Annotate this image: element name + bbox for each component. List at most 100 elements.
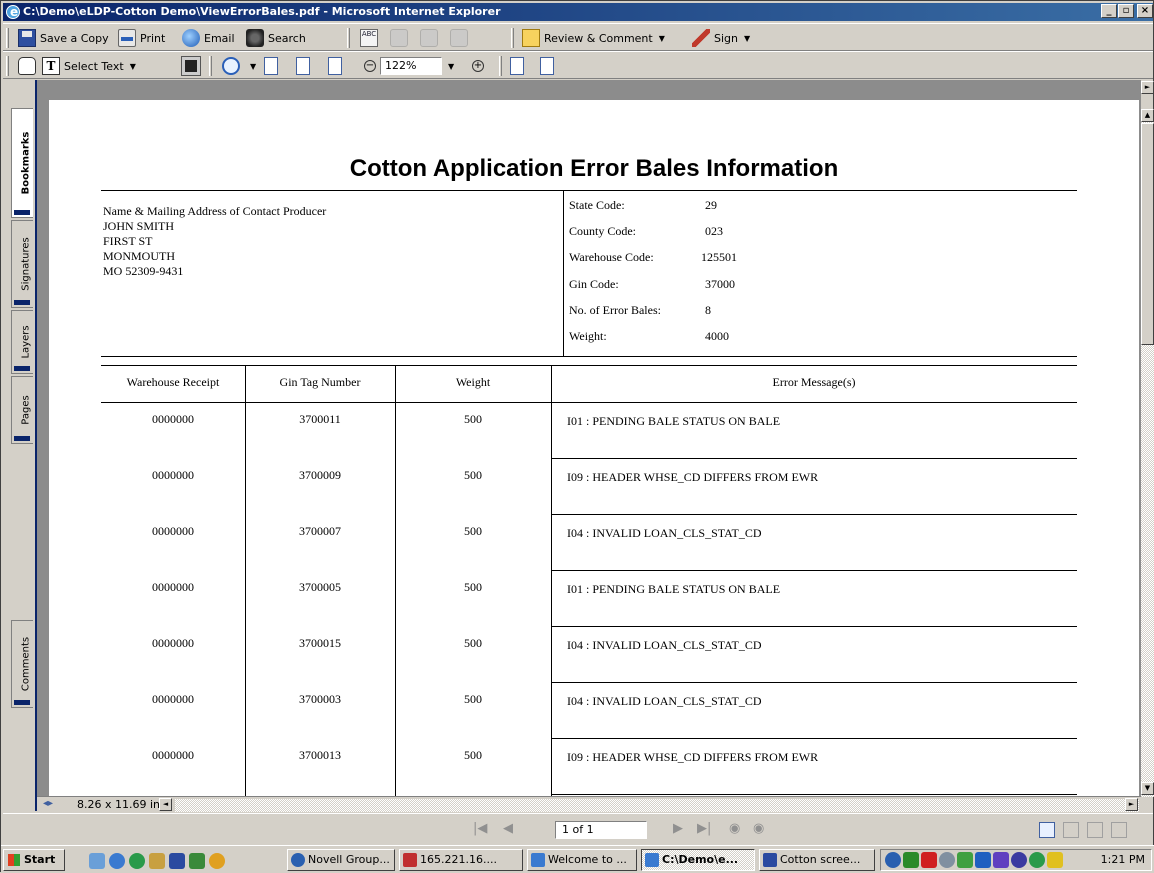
tab-layers[interactable]: Layers <box>11 310 33 374</box>
tab-handle <box>14 436 30 441</box>
clipboard-icon <box>450 29 468 47</box>
close-button[interactable]: × <box>1137 4 1153 18</box>
rotate-counterclockwise-button[interactable] <box>537 55 561 77</box>
zoom-level-combo[interactable]: 122% ▼ <box>377 55 457 77</box>
task-ip-address[interactable]: 165.221.16.... <box>399 849 523 871</box>
tool-icon[interactable] <box>149 853 165 869</box>
select-text-button[interactable]: T Select Text ▼ <box>39 55 139 77</box>
tab-signatures[interactable]: Signatures <box>11 220 33 308</box>
tray-icon[interactable] <box>921 852 937 868</box>
task-demo-pdf[interactable]: C:\Demo\e... <box>641 849 755 871</box>
scroll-down-button[interactable]: ▼ <box>1141 782 1154 795</box>
zoom-in-button[interactable]: + <box>469 55 487 77</box>
panel-expand-icon[interactable]: ► <box>1141 81 1154 94</box>
tab-pages[interactable]: Pages <box>11 376 33 444</box>
tab-comments[interactable]: Comments <box>11 620 33 708</box>
facing-layout-icon[interactable] <box>1087 822 1103 838</box>
sign-button[interactable]: Sign ▼ <box>689 27 753 49</box>
file-toolbar: Save a Copy Print Email Search ABC Revie… <box>3 23 1153 51</box>
cell-warehouse-receipt: 0000000 <box>152 524 194 538</box>
tray-icon[interactable] <box>975 852 991 868</box>
horizontal-scrollbar[interactable] <box>175 799 1139 812</box>
search-button[interactable]: Search <box>243 27 309 49</box>
resize-arrows-icon[interactable]: ◂▸ <box>43 798 53 809</box>
pen-icon <box>692 29 710 47</box>
title-bar: C:\Demo\eLDP-Cotton Demo\ViewErrorBales.… <box>3 3 1153 21</box>
single-page-layout-icon[interactable] <box>1039 822 1055 838</box>
start-button[interactable]: Start <box>3 849 65 871</box>
tray-icon[interactable] <box>1047 852 1063 868</box>
task-welcome[interactable]: Welcome to ... <box>527 849 637 871</box>
address-line: MONMOUTH <box>103 249 175 263</box>
cell-weight: 500 <box>464 692 482 706</box>
toolbar-grip[interactable] <box>6 56 9 76</box>
tab-bookmarks[interactable]: Bookmarks <box>11 108 33 218</box>
tray-icon[interactable] <box>939 852 955 868</box>
media-icon[interactable] <box>209 853 225 869</box>
actual-size-icon <box>264 57 278 75</box>
fit-width-button[interactable] <box>325 55 349 77</box>
cell-weight: 500 <box>464 636 482 650</box>
weight-value: 4000 <box>705 329 729 343</box>
toolbar-grip[interactable] <box>6 28 9 48</box>
ie-quicklaunch-icon[interactable] <box>109 853 125 869</box>
fit-page-icon <box>296 57 310 75</box>
search-label: Search <box>268 31 306 45</box>
previous-page-icon[interactable]: ◀ <box>503 821 513 836</box>
tray-icon[interactable] <box>957 852 973 868</box>
tray-icon[interactable] <box>1011 852 1027 868</box>
page-navigation-bar: |◀ ◀ 1 of 1 ▶ ▶| ◉ ◉ <box>3 813 1153 843</box>
undo-icon <box>390 29 408 47</box>
undo-button[interactable] <box>387 27 415 49</box>
snapshot-button[interactable] <box>179 55 207 77</box>
word-icon[interactable] <box>169 853 185 869</box>
scroll-up-button[interactable]: ▲ <box>1141 109 1154 122</box>
gin-code-value: 37000 <box>705 277 735 291</box>
scroll-right-button[interactable]: ► <box>1125 798 1138 811</box>
scroll-left-button[interactable]: ◄ <box>159 798 172 811</box>
clipboard-button[interactable] <box>447 27 475 49</box>
pdf-page: Cotton Application Error Bales Informati… <box>49 100 1139 796</box>
continuous-layout-icon[interactable] <box>1063 822 1079 838</box>
scroll-thumb[interactable] <box>1141 123 1154 345</box>
tray-icon[interactable] <box>903 852 919 868</box>
redo-button[interactable] <box>417 27 445 49</box>
spreadsheet-icon[interactable] <box>189 853 205 869</box>
toolbar-separator <box>499 56 502 76</box>
county-code-value: 023 <box>705 224 723 238</box>
next-view-icon[interactable]: ◉ <box>753 821 764 836</box>
task-novell[interactable]: Novell Group... <box>287 849 395 871</box>
globe-icon[interactable] <box>129 853 145 869</box>
fit-page-button[interactable] <box>293 55 317 77</box>
tray-icon[interactable] <box>993 852 1009 868</box>
next-page-icon[interactable]: ▶ <box>673 821 683 836</box>
save-copy-button[interactable]: Save a Copy <box>15 27 112 49</box>
zoom-level-field[interactable]: 122% <box>380 57 442 75</box>
review-comment-button[interactable]: Review & Comment ▼ <box>519 27 668 49</box>
minimize-button[interactable]: _ <box>1101 4 1117 18</box>
actual-size-button[interactable] <box>261 55 285 77</box>
page-number-field[interactable]: 1 of 1 <box>555 821 647 839</box>
cell-error-message: I01 : PENDING BALE STATUS ON BALE <box>567 414 781 428</box>
row-divider <box>551 570 1077 571</box>
dropdown-arrow-icon[interactable]: ▼ <box>448 62 454 71</box>
rotate-clockwise-button[interactable] <box>507 55 531 77</box>
first-page-icon[interactable]: |◀ <box>473 821 487 836</box>
document-viewport[interactable]: Cotton Application Error Bales Informati… <box>37 80 1141 796</box>
zoom-tool-button[interactable]: ▼ <box>219 55 259 77</box>
tray-icon[interactable] <box>885 852 901 868</box>
print-button[interactable]: Print <box>115 27 168 49</box>
tray-icon[interactable] <box>1029 852 1045 868</box>
last-page-icon[interactable]: ▶| <box>697 821 711 836</box>
email-button[interactable]: Email <box>179 27 238 49</box>
cell-warehouse-receipt: 0000000 <box>152 636 194 650</box>
task-cotton-screen[interactable]: Cotton scree... <box>759 849 875 871</box>
quicklaunch-app-icon[interactable] <box>89 853 105 869</box>
cell-weight: 500 <box>464 748 482 762</box>
continuous-facing-layout-icon[interactable] <box>1111 822 1127 838</box>
previous-view-icon[interactable]: ◉ <box>729 821 740 836</box>
hand-icon <box>18 57 36 75</box>
spell-check-button[interactable]: ABC <box>357 27 385 49</box>
vertical-scrollbar[interactable]: ► ▲ ▼ <box>1141 81 1154 797</box>
restore-button[interactable]: ▫ <box>1118 4 1134 18</box>
